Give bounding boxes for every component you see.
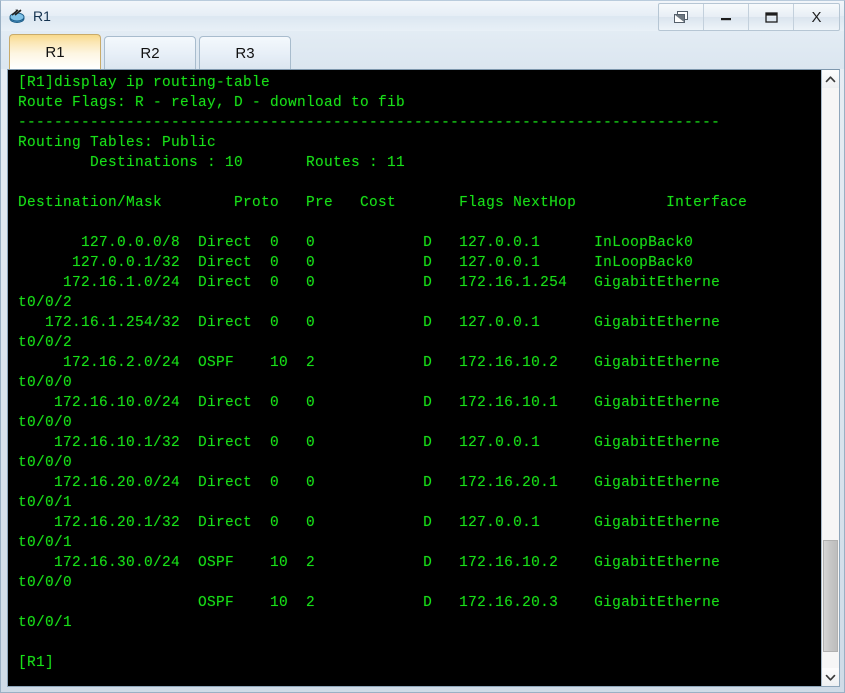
close-button[interactable]: X [794,4,839,30]
close-icon: X [811,8,822,26]
tab-r1[interactable]: R1 [9,34,101,69]
scrollbar-thumb[interactable] [823,540,838,652]
router-console-window: R1 X R1 R2 R3 [R1]display ip routing-tab… [0,0,845,693]
scrollbar-track[interactable] [822,88,839,668]
tab-label: R3 [235,44,255,62]
window-title: R1 [33,8,51,24]
minimize-button[interactable] [704,4,749,30]
scrollbar-down-button[interactable] [822,668,839,686]
terminal-frame: [R1]display ip routing-table Route Flags… [7,69,840,687]
tab-label: R2 [140,44,160,62]
tab-r3[interactable]: R3 [199,36,291,69]
chevron-down-icon [825,674,836,681]
terminal-scrollbar[interactable] [821,70,839,686]
router-icon [8,6,28,26]
tab-bar: R1 R2 R3 [1,31,844,69]
maximize-button[interactable] [749,4,794,30]
title-bar: R1 X [1,1,844,31]
tab-r2[interactable]: R2 [104,36,196,69]
chevron-up-icon [825,75,836,82]
scrollbar-up-button[interactable] [822,70,839,88]
window-controls: X [658,3,840,31]
restore-window-button[interactable] [659,4,704,30]
terminal-output-area[interactable]: [R1]display ip routing-table Route Flags… [8,70,821,686]
terminal-text: [R1]display ip routing-table Route Flags… [18,75,748,671]
tab-label: R1 [45,43,65,61]
